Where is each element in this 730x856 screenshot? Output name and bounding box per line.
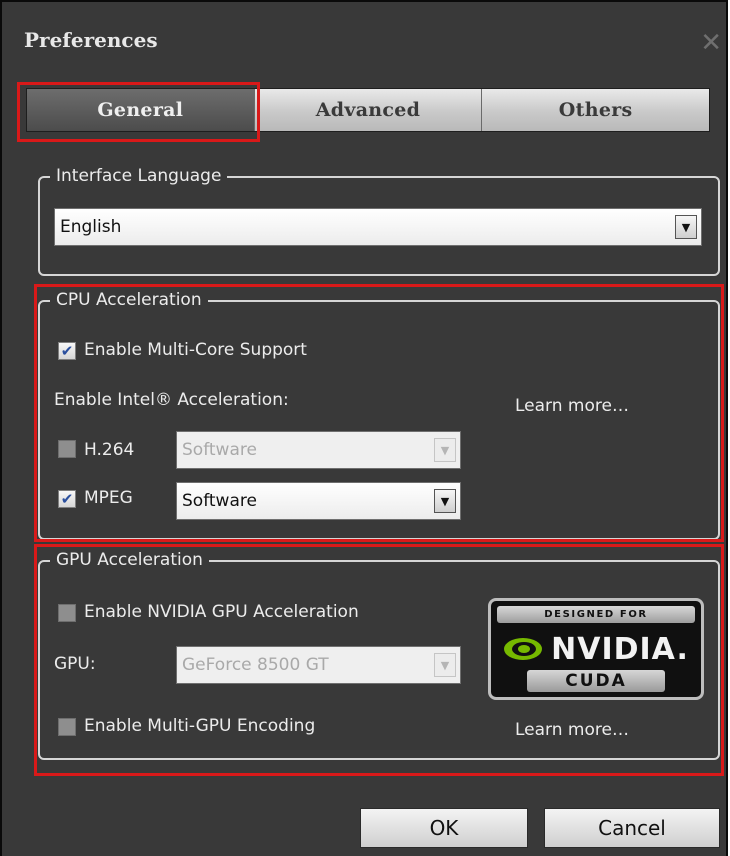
interface-language-label: Interface Language <box>50 165 228 187</box>
h264-label: H.264 <box>84 440 135 460</box>
multicore-label: Enable Multi-Core Support <box>84 340 307 360</box>
multigpu-label: Enable Multi-GPU Encoding <box>84 716 316 736</box>
nvidia-gpu-label: Enable NVIDIA GPU Acceleration <box>84 602 359 622</box>
mpeg-label: MPEG <box>84 488 133 508</box>
mpeg-mode-value: Software <box>182 491 257 511</box>
multicore-checkbox[interactable]: ✔ <box>58 342 76 360</box>
badge-brand-text: NVIDIA. <box>551 631 689 667</box>
chevron-down-icon[interactable]: ▼ <box>675 215 697 239</box>
language-select-value: English <box>60 217 122 237</box>
mpeg-mode-select[interactable]: Software ▼ <box>176 482 461 520</box>
h264-mode-select[interactable]: Software ▼ <box>176 431 461 469</box>
nvidia-eye-icon <box>503 636 543 662</box>
badge-top-text: DESIGNED FOR <box>497 606 695 623</box>
chevron-down-icon[interactable]: ▼ <box>434 653 456 677</box>
chevron-down-icon[interactable]: ▼ <box>434 438 456 462</box>
nvidia-cuda-logo: DESIGNED FOR NVIDIA. CUDA <box>488 598 704 700</box>
gpu-label: GPU: <box>54 654 96 674</box>
badge-bottom-text: CUDA <box>527 670 665 692</box>
nvidia-gpu-checkbox[interactable] <box>58 604 76 622</box>
ok-button[interactable]: OK <box>360 808 528 848</box>
h264-checkbox[interactable] <box>58 440 76 458</box>
multigpu-checkbox[interactable] <box>58 718 76 736</box>
chevron-down-icon[interactable]: ▼ <box>434 489 456 513</box>
mpeg-checkbox[interactable]: ✔ <box>58 490 76 508</box>
gpu-select[interactable]: GeForce 8500 GT ▼ <box>176 646 461 684</box>
preferences-dialog: Preferences ✕ General Advanced Others In… <box>0 0 728 856</box>
h264-mode-value: Software <box>182 440 257 460</box>
tab-advanced[interactable]: Advanced <box>254 89 483 131</box>
title-bar: Preferences ✕ <box>2 2 726 80</box>
badge-brand-row: NVIDIA. <box>491 627 701 671</box>
language-select[interactable]: English ▼ <box>54 208 702 246</box>
tab-highlight-annotation <box>17 82 260 142</box>
window-title: Preferences <box>24 28 158 52</box>
cancel-button[interactable]: Cancel <box>544 808 720 848</box>
cpu-learn-more-link[interactable]: Learn more… <box>515 396 629 416</box>
intel-acceleration-label: Enable Intel® Acceleration: <box>54 390 289 410</box>
gpu-select-value: GeForce 8500 GT <box>182 655 329 675</box>
close-icon[interactable]: ✕ <box>700 30 722 56</box>
gpu-learn-more-link[interactable]: Learn more… <box>515 720 629 740</box>
tab-others[interactable]: Others <box>482 89 710 131</box>
